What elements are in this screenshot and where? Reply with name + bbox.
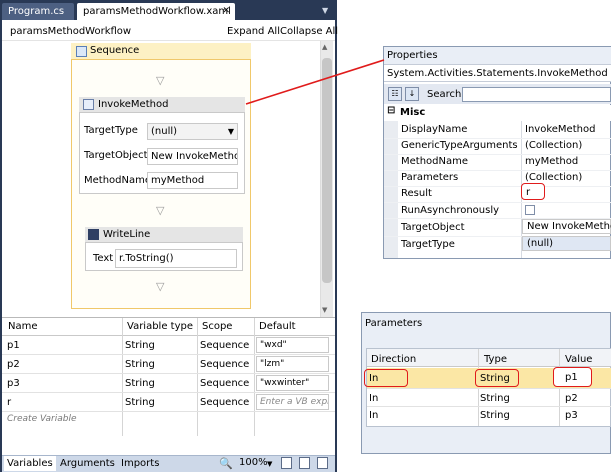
callout-connector [245,59,385,105]
callout-line [245,59,385,105]
